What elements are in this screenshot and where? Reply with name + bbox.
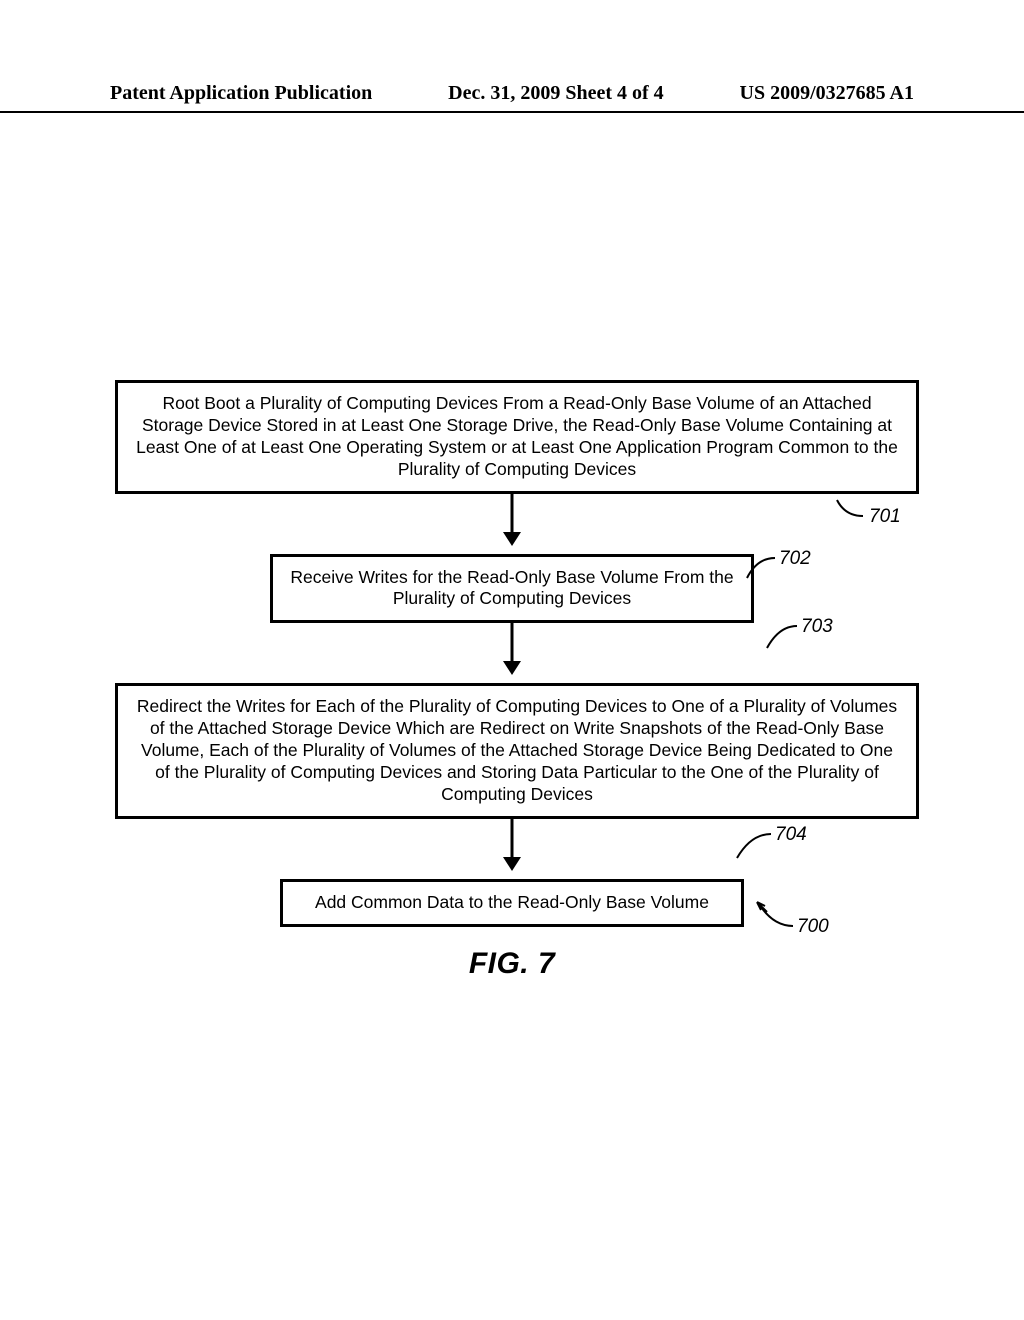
flow-step-2: Receive Writes for the Read-Only Base Vo… (270, 554, 754, 624)
arrow-head-icon (503, 661, 521, 675)
flow-step-4: Add Common Data to the Read-Only Base Vo… (280, 879, 744, 927)
page-header: Patent Application Publication Dec. 31, … (0, 82, 1024, 113)
flow-step-1: Root Boot a Plurality of Computing Devic… (115, 380, 919, 494)
flowchart: Root Boot a Plurality of Computing Devic… (115, 380, 909, 981)
header-left: Patent Application Publication (110, 82, 372, 105)
ref-label-text: 704 (775, 824, 807, 846)
patent-page: Patent Application Publication Dec. 31, … (0, 0, 1024, 1320)
arrow-line-icon (511, 623, 514, 663)
header-right: US 2009/0327685 A1 (740, 82, 914, 105)
arrow-head-icon (503, 532, 521, 546)
flow-arrow (115, 494, 909, 554)
arrow-line-icon (511, 819, 514, 859)
figure-caption: FIG. 7 (115, 947, 909, 981)
ref-label-text: 702 (779, 548, 811, 570)
ref-label-text: 700 (797, 916, 829, 938)
arrow-line-icon (511, 494, 514, 534)
ref-label-text: 703 (801, 616, 833, 638)
flow-step-3: Redirect the Writes for Each of the Plur… (115, 683, 919, 818)
header-center: Dec. 31, 2009 Sheet 4 of 4 (372, 82, 739, 105)
arrow-head-icon (503, 857, 521, 871)
